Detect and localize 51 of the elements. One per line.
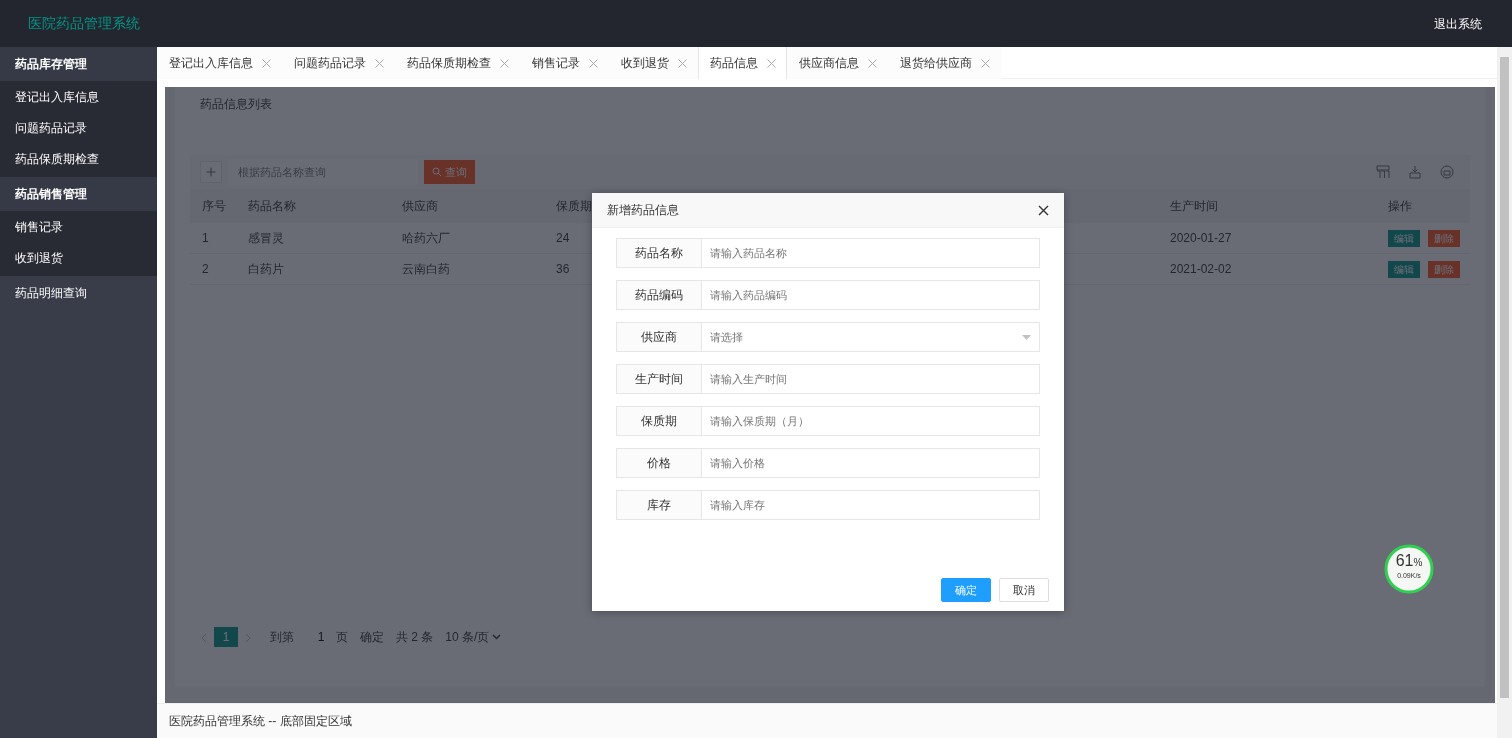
logout-link[interactable]: 退出系统 [1434, 14, 1482, 33]
field-label: 生产时间 [616, 364, 702, 394]
table-cell-text: 36 [556, 261, 570, 278]
search-icon [432, 167, 442, 177]
caret-icon [492, 634, 502, 640]
column-header: 序号 [202, 198, 226, 215]
column-header: 操作 [1388, 198, 1412, 215]
table-cell-text: 24 [556, 230, 570, 247]
caret-icon [1022, 334, 1031, 340]
table-cell-text: 2021-02-02 [1170, 261, 1232, 278]
field-label: 供应商 [616, 322, 702, 352]
export-icon[interactable] [1408, 165, 1422, 179]
speed-widget [1383, 543, 1435, 595]
print-icon[interactable] [1440, 165, 1454, 179]
cancel-button[interactable]: 取消 [999, 578, 1049, 602]
tab[interactable]: 药品信息 [698, 47, 787, 79]
column-header: 药品名称 [248, 198, 296, 215]
field-label: 药品名称 [616, 238, 702, 268]
column-header: 供应商 [402, 198, 438, 215]
input-field[interactable]: 请输入价格 [702, 448, 1040, 478]
page-input[interactable]: 1 [306, 627, 336, 647]
field-label: 价格 [616, 448, 702, 478]
page-unit: 页 [336, 629, 348, 646]
goto-label: 到第 [270, 629, 294, 646]
select-field[interactable]: 请选择 [702, 322, 1040, 352]
dialog-title: 新增药品信息 [607, 202, 679, 219]
table-cell-text: 云南白药 [402, 261, 450, 278]
column-header: 保质期 [556, 198, 592, 215]
add-button[interactable] [200, 161, 222, 183]
close-icon[interactable] [1038, 204, 1049, 216]
input-field[interactable]: 请输入库存 [702, 490, 1040, 520]
columns-icon[interactable] [1376, 165, 1390, 179]
input-field[interactable]: 请输入保质期（月） [702, 406, 1040, 436]
scrollbar[interactable] [1497, 47, 1512, 738]
column-header: 生产时间 [1170, 198, 1218, 215]
field-label: 库存 [616, 490, 702, 520]
field-label: 药品编码 [616, 280, 702, 310]
input-field[interactable]: 请输入生产时间 [702, 364, 1040, 394]
panel-title: 药品信息列表 [199, 96, 273, 113]
app-title: 医院药品管理系统 [28, 14, 140, 33]
footer-text: 医院药品管理系统 -- 底部固定区域 [157, 703, 1497, 738]
total-count: 共 2 条 [396, 629, 434, 646]
table-cell-text: 白药片 [248, 261, 284, 278]
table-cell-text: 哈药六厂 [402, 230, 450, 247]
table-cell-text: 2 [202, 261, 209, 278]
table-cell-text: 2020-01-27 [1170, 230, 1232, 247]
field-label: 保质期 [616, 406, 702, 436]
input-field[interactable]: 请输入药品编码 [702, 280, 1040, 310]
percent-text: 61% [1394, 553, 1424, 569]
input-field[interactable]: 请输入药品名称 [702, 238, 1040, 268]
table-cell-text: 1 [202, 230, 209, 247]
